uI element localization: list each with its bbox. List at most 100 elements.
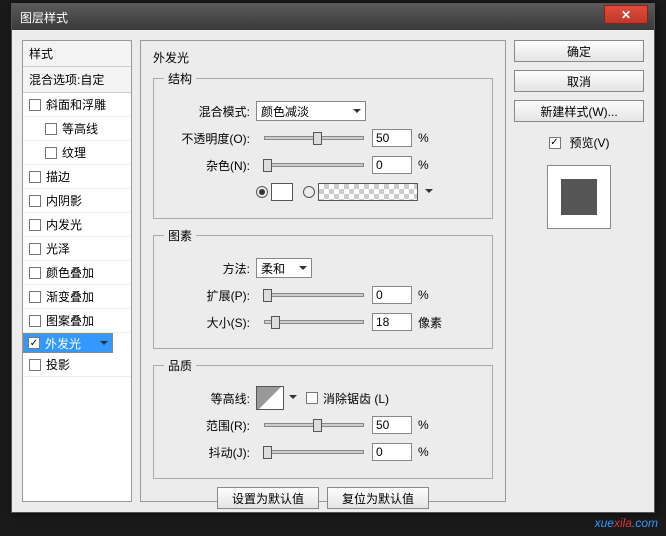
preview-swatch bbox=[561, 179, 597, 215]
settings-panel: 外发光 结构 混合模式: 颜色减淡 不透明度(O): % 杂色(N): bbox=[140, 40, 506, 502]
color-radio[interactable] bbox=[256, 186, 268, 198]
contour-label: 等高线: bbox=[164, 390, 256, 407]
style-row-3[interactable]: 描边 bbox=[23, 165, 131, 189]
noise-unit: % bbox=[418, 158, 429, 172]
size-unit: 像素 bbox=[418, 314, 442, 331]
blend-mode-label: 混合模式: bbox=[164, 103, 256, 120]
style-checkbox[interactable] bbox=[29, 291, 41, 303]
style-checkbox[interactable]: ✓ bbox=[28, 337, 40, 349]
style-row-2[interactable]: 纹理 bbox=[23, 141, 131, 165]
jitter-input[interactable] bbox=[372, 443, 412, 461]
style-label: 纹理 bbox=[62, 144, 86, 161]
style-label: 内发光 bbox=[46, 216, 82, 233]
opacity-input[interactable] bbox=[372, 129, 412, 147]
style-label: 描边 bbox=[46, 168, 70, 185]
elements-group: 图素 方法: 柔和 扩展(P): % 大小(S): 像素 bbox=[153, 227, 493, 349]
range-slider[interactable] bbox=[264, 423, 364, 427]
gradient-picker[interactable] bbox=[318, 183, 418, 201]
blend-options-row[interactable]: 混合选项:自定 bbox=[23, 67, 131, 93]
color-swatch[interactable] bbox=[271, 183, 293, 201]
style-row-4[interactable]: 内阴影 bbox=[23, 189, 131, 213]
quality-group: 品质 等高线: 消除锯齿 (L) 范围(R): % 抖动(J): bbox=[153, 357, 493, 479]
contour-picker[interactable] bbox=[256, 386, 284, 410]
antialias-label: 消除锯齿 (L) bbox=[323, 390, 389, 407]
close-icon: ✕ bbox=[621, 8, 631, 22]
style-checkbox[interactable] bbox=[29, 243, 41, 255]
size-input[interactable] bbox=[372, 313, 412, 331]
style-checkbox[interactable] bbox=[29, 195, 41, 207]
noise-label: 杂色(N): bbox=[164, 157, 256, 174]
range-label: 范围(R): bbox=[164, 417, 256, 434]
noise-input[interactable] bbox=[372, 156, 412, 174]
style-checkbox[interactable] bbox=[45, 147, 57, 159]
range-input[interactable] bbox=[372, 416, 412, 434]
style-row-6[interactable]: 光泽 bbox=[23, 237, 131, 261]
actions-column: 确定 取消 新建样式(W)... ✓ 预览(V) bbox=[514, 40, 644, 502]
style-label: 内阴影 bbox=[46, 192, 82, 209]
style-label: 斜面和浮雕 bbox=[46, 96, 106, 113]
layer-style-dialog: 图层样式 ✕ 样式 混合选项:自定 斜面和浮雕等高线纹理描边内阴影内发光光泽颜色… bbox=[11, 3, 655, 513]
style-checkbox[interactable] bbox=[29, 267, 41, 279]
style-label: 等高线 bbox=[62, 120, 98, 137]
opacity-unit: % bbox=[418, 131, 429, 145]
style-label: 图案叠加 bbox=[46, 312, 94, 329]
quality-legend: 品质 bbox=[164, 357, 196, 374]
style-row-7[interactable]: 颜色叠加 bbox=[23, 261, 131, 285]
blend-mode-select[interactable]: 颜色减淡 bbox=[256, 101, 366, 121]
reset-default-button[interactable]: 复位为默认值 bbox=[327, 487, 429, 509]
style-row-9[interactable]: 图案叠加 bbox=[23, 309, 131, 333]
make-default-button[interactable]: 设置为默认值 bbox=[217, 487, 319, 509]
panel-title: 外发光 bbox=[153, 49, 493, 66]
elements-legend: 图素 bbox=[164, 227, 196, 244]
style-label: 投影 bbox=[46, 356, 70, 373]
style-checkbox[interactable] bbox=[29, 99, 41, 111]
titlebar[interactable]: 图层样式 ✕ bbox=[12, 4, 654, 30]
style-row-11[interactable]: 投影 bbox=[23, 353, 131, 377]
jitter-slider[interactable] bbox=[264, 450, 364, 454]
opacity-slider[interactable] bbox=[264, 136, 364, 140]
range-unit: % bbox=[418, 418, 429, 432]
opacity-label: 不透明度(O): bbox=[164, 130, 256, 147]
noise-slider[interactable] bbox=[264, 163, 364, 167]
jitter-unit: % bbox=[418, 445, 429, 459]
style-checkbox[interactable] bbox=[45, 123, 57, 135]
spread-slider[interactable] bbox=[264, 293, 364, 297]
styles-sidebar: 样式 混合选项:自定 斜面和浮雕等高线纹理描边内阴影内发光光泽颜色叠加渐变叠加图… bbox=[22, 40, 132, 502]
style-label: 渐变叠加 bbox=[46, 288, 94, 305]
structure-legend: 结构 bbox=[164, 70, 196, 87]
spread-input[interactable] bbox=[372, 286, 412, 304]
style-row-5[interactable]: 内发光 bbox=[23, 213, 131, 237]
style-label: 外发光 bbox=[45, 335, 81, 352]
size-label: 大小(S): bbox=[164, 314, 256, 331]
cancel-button[interactable]: 取消 bbox=[514, 70, 644, 92]
new-style-button[interactable]: 新建样式(W)... bbox=[514, 100, 644, 122]
ok-button[interactable]: 确定 bbox=[514, 40, 644, 62]
style-checkbox[interactable] bbox=[29, 359, 41, 371]
gradient-radio[interactable] bbox=[303, 186, 315, 198]
technique-label: 方法: bbox=[164, 260, 256, 277]
style-label: 光泽 bbox=[46, 240, 70, 257]
close-button[interactable]: ✕ bbox=[604, 5, 648, 24]
style-row-10[interactable]: ✓ 外发光 bbox=[23, 333, 113, 353]
antialias-checkbox[interactable] bbox=[306, 392, 318, 404]
preview-box bbox=[547, 165, 611, 229]
style-row-1[interactable]: 等高线 bbox=[23, 117, 131, 141]
watermark: xuexila.com bbox=[595, 514, 658, 532]
styles-header[interactable]: 样式 bbox=[23, 41, 131, 67]
style-checkbox[interactable] bbox=[29, 315, 41, 327]
jitter-label: 抖动(J): bbox=[164, 444, 256, 461]
preview-checkbox[interactable]: ✓ bbox=[549, 137, 561, 149]
spread-label: 扩展(P): bbox=[164, 287, 256, 304]
style-checkbox[interactable] bbox=[29, 171, 41, 183]
technique-select[interactable]: 柔和 bbox=[256, 258, 312, 278]
window-title: 图层样式 bbox=[20, 9, 68, 26]
size-slider[interactable] bbox=[264, 320, 364, 324]
structure-group: 结构 混合模式: 颜色减淡 不透明度(O): % 杂色(N): % bbox=[153, 70, 493, 219]
style-label: 颜色叠加 bbox=[46, 264, 94, 281]
style-row-8[interactable]: 渐变叠加 bbox=[23, 285, 131, 309]
style-checkbox[interactable] bbox=[29, 219, 41, 231]
style-row-0[interactable]: 斜面和浮雕 bbox=[23, 93, 131, 117]
spread-unit: % bbox=[418, 288, 429, 302]
preview-label: 预览(V) bbox=[570, 134, 610, 151]
dialog-body: 样式 混合选项:自定 斜面和浮雕等高线纹理描边内阴影内发光光泽颜色叠加渐变叠加图… bbox=[12, 30, 654, 512]
